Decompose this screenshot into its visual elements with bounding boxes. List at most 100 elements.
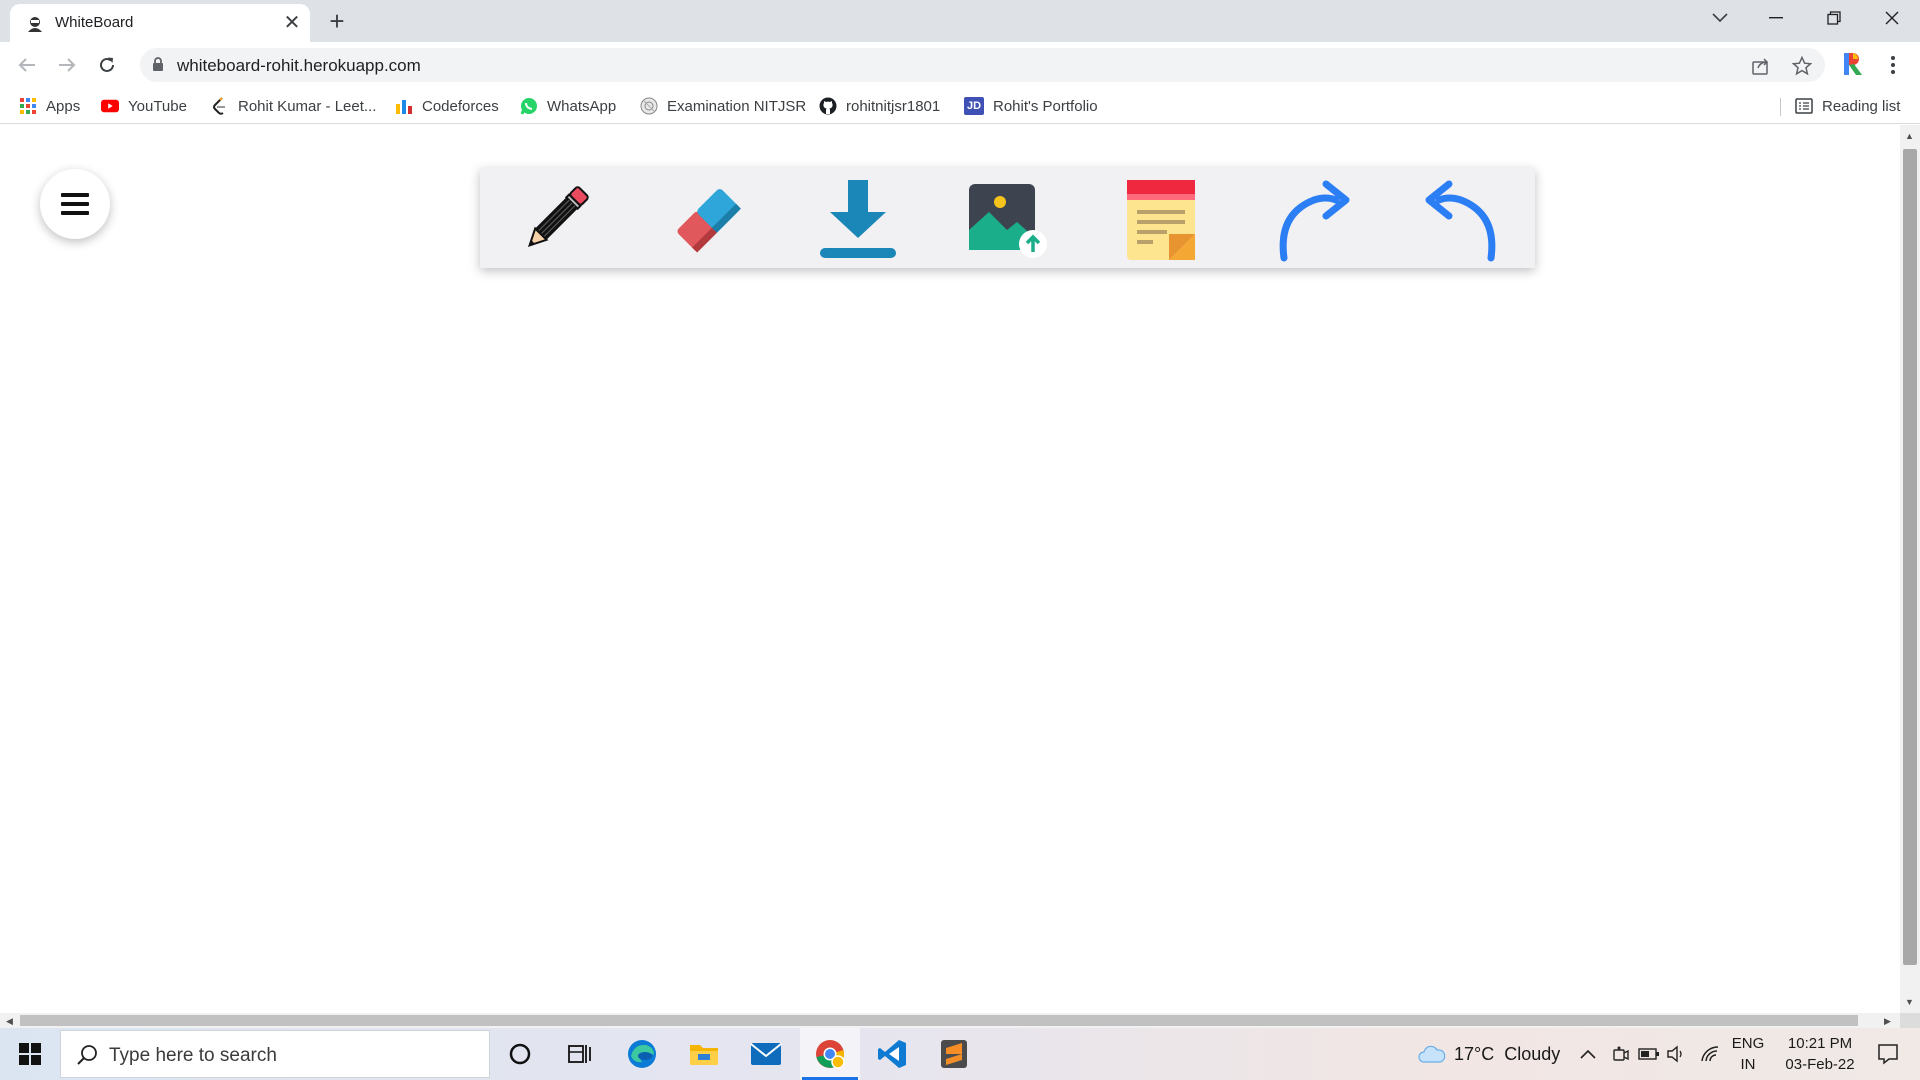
bookmark-label: Rohit's Portfolio [993, 97, 1098, 115]
minimize-button[interactable] [1748, 0, 1804, 36]
weather-widget[interactable]: 17°C Cloudy [1418, 1028, 1560, 1080]
start-button[interactable] [0, 1028, 60, 1080]
hamburger-menu-button[interactable] [40, 169, 110, 239]
undo-arrow-icon [1425, 180, 1496, 262]
image-upload-icon [969, 184, 1047, 258]
bookmark-examination-nitjsr[interactable]: Examination NITJSR [640, 94, 806, 118]
download-tool-button[interactable] [816, 178, 900, 262]
battery-button[interactable] [1638, 1028, 1660, 1080]
horizontal-scroll-thumb[interactable] [20, 1015, 1858, 1026]
notifications-button[interactable] [1868, 1028, 1908, 1080]
tab-close-icon[interactable]: ✕ [280, 11, 304, 35]
meet-now-button[interactable] [1612, 1028, 1630, 1080]
sublime-text-button[interactable] [924, 1028, 984, 1080]
reading-list-icon [1795, 97, 1813, 115]
vertical-scroll-thumb[interactable] [1903, 149, 1917, 965]
chrome-button[interactable] [800, 1028, 860, 1080]
vscode-icon [878, 1040, 906, 1068]
address-bar[interactable]: whiteboard-rohit.herokuapp.com [140, 48, 1825, 82]
scroll-left-arrow-icon[interactable]: ◀ [6, 1016, 13, 1026]
chevron-up-icon [1580, 1049, 1596, 1059]
tab-strip: WhiteBoard ✕ + [0, 0, 1920, 42]
upload-image-tool-button[interactable] [967, 178, 1051, 262]
language-code: ENG [1731, 1035, 1765, 1052]
bookmark-label: YouTube [128, 97, 187, 115]
network-button[interactable] [1700, 1028, 1720, 1080]
close-window-button[interactable] [1864, 0, 1920, 36]
file-explorer-icon [690, 1045, 718, 1065]
language-indicator[interactable]: ENG IN [1728, 1035, 1768, 1073]
bookmark-youtube[interactable]: YouTube [101, 94, 187, 118]
url-text[interactable]: whiteboard-rohit.herokuapp.com [177, 56, 421, 76]
youtube-icon [101, 97, 119, 115]
windows-logo-icon [19, 1043, 41, 1065]
pencil-icon [527, 186, 589, 248]
taskbar-search-box[interactable]: Type here to search [60, 1030, 490, 1078]
tab-whiteboard[interactable]: WhiteBoard ✕ [10, 4, 310, 42]
reading-list-button[interactable]: Reading list [1795, 94, 1900, 118]
mail-icon [750, 1043, 782, 1065]
clock[interactable]: 10:21 PM 03-Feb-22 [1770, 1035, 1870, 1073]
show-hidden-icons-button[interactable] [1580, 1028, 1596, 1080]
scroll-right-arrow-icon[interactable]: ▶ [1884, 1016, 1891, 1026]
cortana-button[interactable] [490, 1028, 550, 1080]
clock-date: 03-Feb-22 [1785, 1056, 1855, 1073]
meet-now-icon [1613, 1046, 1629, 1061]
volume-button[interactable] [1666, 1028, 1686, 1080]
edge-button[interactable] [612, 1028, 672, 1080]
horizontal-scrollbar[interactable]: ◀ ▶ [0, 1013, 1900, 1028]
reading-list-label: Reading list [1822, 97, 1901, 115]
scroll-up-arrow-icon[interactable]: ▲ [1905, 131, 1914, 141]
eraser-tool-button[interactable] [665, 178, 749, 262]
scroll-down-arrow-icon[interactable]: ▼ [1905, 997, 1914, 1007]
sticky-note-tool-button[interactable] [1119, 178, 1203, 262]
bookmark-label: Rohit Kumar - Leet... [238, 97, 377, 115]
new-tab-button[interactable]: + [322, 8, 352, 36]
profile-avatar[interactable] [1838, 51, 1866, 79]
pencil-tool-button[interactable] [513, 178, 597, 262]
bookmark-leetcode[interactable]: Rohit Kumar - Leet... [211, 94, 376, 118]
codeforces-icon [395, 97, 413, 115]
sublime-icon [941, 1040, 967, 1068]
bookmarks-bar: Apps YouTube Rohit Kumar - Leet... Codef… [0, 88, 1920, 124]
whatsapp-icon [520, 97, 538, 115]
browser-toolbar: whiteboard-rohit.herokuapp.com [0, 42, 1920, 88]
tab-search-icon[interactable] [1692, 0, 1748, 36]
share-icon[interactable] [1750, 55, 1772, 77]
undo-tool-button[interactable] [1421, 178, 1505, 262]
eraser-icon [677, 189, 741, 253]
back-button[interactable] [11, 49, 43, 81]
reload-button[interactable] [91, 49, 123, 81]
file-explorer-button[interactable] [674, 1028, 734, 1080]
github-icon [819, 97, 837, 115]
whiteboard-favicon-icon [26, 15, 44, 33]
whiteboard-canvas[interactable] [0, 125, 1900, 1013]
scroll-corner [1900, 1013, 1920, 1028]
sticky-note-icon [1127, 180, 1195, 260]
browser-menu-button[interactable] [1880, 51, 1906, 79]
bookmark-github[interactable]: rohitnitjsr1801 [819, 94, 940, 118]
chrome-icon [816, 1040, 845, 1069]
nitjsr-icon [640, 97, 658, 115]
hamburger-icon [61, 193, 89, 215]
leetcode-icon [211, 97, 229, 115]
vscode-button[interactable] [862, 1028, 922, 1080]
bookmark-star-icon[interactable] [1791, 55, 1813, 77]
bookmark-label: Examination NITJSR [667, 97, 807, 115]
vertical-scrollbar[interactable]: ▲ ▼ [1900, 125, 1920, 1013]
bookmark-whatsapp[interactable]: WhatsApp [520, 94, 616, 118]
apps-grid-icon [19, 97, 37, 115]
forward-button[interactable] [51, 49, 83, 81]
bookmark-portfolio[interactable]: JD Rohit's Portfolio [964, 94, 1098, 118]
bookmarks-divider [1780, 98, 1781, 116]
mail-button[interactable] [736, 1028, 796, 1080]
bookmark-label: rohitnitjsr1801 [846, 97, 941, 115]
task-view-button[interactable] [550, 1028, 610, 1080]
redo-tool-button[interactable] [1270, 178, 1354, 262]
task-view-icon [568, 1045, 591, 1063]
region-code: IN [1740, 1056, 1756, 1073]
restore-button[interactable] [1806, 0, 1862, 36]
bookmark-apps[interactable]: Apps [19, 94, 80, 118]
lock-icon[interactable] [152, 57, 164, 77]
bookmark-codeforces[interactable]: Codeforces [395, 94, 499, 118]
